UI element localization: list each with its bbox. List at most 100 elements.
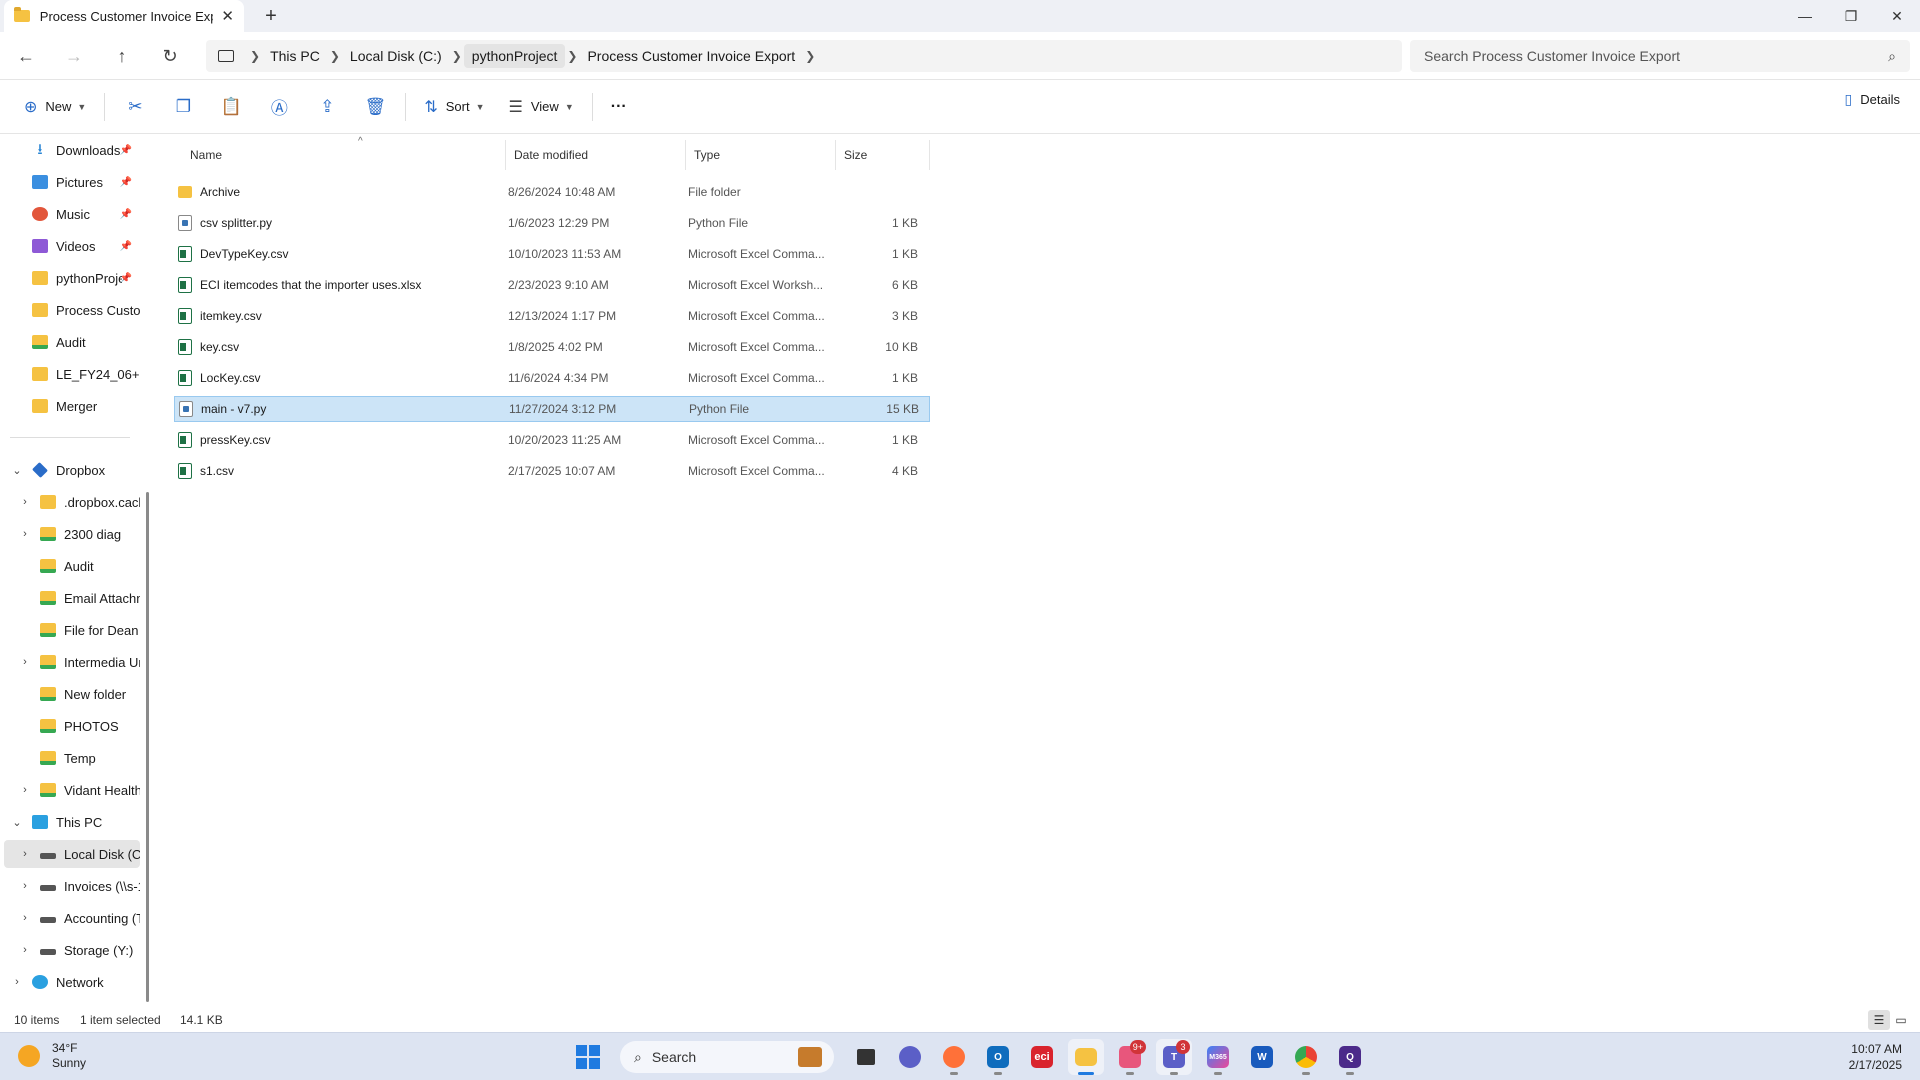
system-clock[interactable]: 10:07 AM 2/17/2025: [1849, 1041, 1902, 1073]
search-box[interactable]: ⌕: [1410, 40, 1910, 72]
sidebar-item-accounting-drive[interactable]: Accounting (T: [40, 904, 140, 932]
search-icon[interactable]: ⌕: [1888, 48, 1896, 65]
chevron-right-icon[interactable]: ›: [18, 656, 32, 668]
chevron-right-icon[interactable]: ❯: [803, 49, 817, 63]
sidebar-item-new-folder[interactable]: New folder: [40, 680, 140, 708]
meet-icon[interactable]: [892, 1039, 928, 1075]
more-options-button[interactable]: ···: [605, 91, 633, 123]
microsoft-365-icon[interactable]: M365: [1200, 1039, 1236, 1075]
sidebar-item-vidant-health[interactable]: Vidant Health: [40, 776, 140, 804]
sidebar-item-dropbox-cache[interactable]: .dropbox.cache: [40, 488, 140, 516]
chevron-right-icon[interactable]: ›: [18, 944, 32, 956]
weather-widget[interactable]: 34°F Sunny: [18, 1041, 86, 1071]
chevron-right-icon[interactable]: ❯: [248, 49, 262, 63]
breadcrumb-python-project[interactable]: pythonProject: [463, 44, 566, 68]
breadcrumb[interactable]: ❯ This PC ❯ Local Disk (C:) ❯ pythonProj…: [206, 40, 1402, 72]
chevron-right-icon[interactable]: ›: [18, 848, 32, 860]
sidebar-item-storage-drive[interactable]: Storage (Y:): [40, 936, 140, 964]
chevron-right-icon[interactable]: ›: [10, 976, 24, 988]
table-row[interactable]: LocKey.csv 11/6/2024 4:34 PM Microsoft E…: [174, 365, 930, 391]
new-tab-button[interactable]: +: [258, 4, 284, 28]
paste-icon[interactable]: 📋: [213, 91, 249, 123]
table-row[interactable]: s1.csv 2/17/2025 10:07 AM Microsoft Exce…: [174, 458, 930, 484]
share-icon[interactable]: ⇪: [309, 91, 345, 123]
windows-start-icon[interactable]: [570, 1039, 606, 1075]
cut-icon[interactable]: ✂: [117, 91, 153, 123]
chevron-right-icon[interactable]: ›: [18, 912, 32, 924]
table-row[interactable]: ECI itemcodes that the importer uses.xls…: [174, 272, 930, 298]
table-row[interactable]: csv splitter.py 1/6/2023 12:29 PM Python…: [174, 210, 930, 236]
sidebar-item-dropbox[interactable]: Dropbox: [32, 456, 140, 484]
table-row[interactable]: DevTypeKey.csv 10/10/2023 11:53 AM Micro…: [174, 241, 930, 267]
close-window-icon[interactable]: ✕: [1874, 0, 1920, 32]
sidebar-item-invoices-drive[interactable]: Invoices (\\s-1: [40, 872, 140, 900]
sidebar-item-intermedia[interactable]: Intermedia Unite: [40, 648, 140, 676]
view-button[interactable]: ☰ View ▼: [503, 91, 580, 123]
chrome-icon[interactable]: [1288, 1039, 1324, 1075]
close-tab-icon[interactable]: ✕: [221, 7, 234, 25]
sidebar-item-file-for-dean[interactable]: File for Dean: [40, 616, 140, 644]
snipping-tool-icon[interactable]: 9+: [1112, 1039, 1148, 1075]
column-header-name[interactable]: Name ^: [182, 136, 506, 170]
taskbar-search[interactable]: ⌕ Search: [620, 1041, 834, 1073]
restore-icon[interactable]: ❐: [1828, 0, 1874, 32]
pin-icon[interactable]: 📌: [120, 209, 132, 220]
table-row[interactable]: pressKey.csv 10/20/2023 11:25 AM Microso…: [174, 427, 930, 453]
column-header-size[interactable]: Size: [836, 140, 930, 170]
sidebar-item-le-fy24[interactable]: LE_FY24_06+06: [32, 360, 140, 388]
eci-app-icon[interactable]: eci: [1024, 1039, 1060, 1075]
computer-icon[interactable]: [218, 50, 234, 62]
table-row[interactable]: Archive 8/26/2024 10:48 AM File folder: [174, 179, 930, 205]
sidebar-item-process-customer-invoice-export[interactable]: Process Customer Invoice Export: [32, 296, 140, 324]
rename-icon[interactable]: Ⓐ: [261, 91, 297, 123]
table-row[interactable]: key.csv 1/8/2025 4:02 PM Microsoft Excel…: [174, 334, 930, 360]
chevron-right-icon[interactable]: ›: [18, 880, 32, 892]
table-row-selected[interactable]: main - v7.py 11/27/2024 3:12 PM Python F…: [174, 396, 930, 422]
sidebar-item-this-pc[interactable]: This PC: [32, 808, 140, 836]
sidebar-item-photos[interactable]: PHOTOS: [40, 712, 140, 740]
sidebar-item-dropbox-audit[interactable]: Audit: [40, 552, 140, 580]
app-icon[interactable]: Q: [1332, 1039, 1368, 1075]
outlook-icon[interactable]: O: [980, 1039, 1016, 1075]
sidebar-item-music[interactable]: Music 📌: [32, 200, 140, 228]
sidebar-item-merger[interactable]: Merger: [32, 392, 140, 420]
sidebar-item-pictures[interactable]: Pictures 📌: [32, 168, 140, 196]
tiles-view-icon[interactable]: ▭: [1890, 1010, 1912, 1030]
chevron-right-icon[interactable]: ›: [18, 496, 32, 508]
up-button[interactable]: ↑: [110, 44, 134, 68]
chevron-right-icon[interactable]: ❯: [328, 49, 342, 63]
copy-icon[interactable]: ❐: [165, 91, 201, 123]
chevron-right-icon[interactable]: ›: [18, 528, 32, 540]
breadcrumb-local-disk[interactable]: Local Disk (C:): [342, 44, 450, 68]
sidebar-item-videos[interactable]: Videos 📌: [32, 232, 140, 260]
file-explorer-icon[interactable]: [1068, 1039, 1104, 1075]
pin-icon[interactable]: 📌: [120, 241, 132, 252]
sidebar-item-2300-diag[interactable]: 2300 diag: [40, 520, 140, 548]
delete-icon[interactable]: 🗑: [357, 91, 393, 123]
back-button[interactable]: ←: [14, 44, 38, 68]
chevron-down-icon[interactable]: ⌄: [10, 464, 24, 477]
chevron-right-icon[interactable]: ›: [18, 784, 32, 796]
column-header-type[interactable]: Type: [686, 140, 836, 170]
sidebar-item-email-attachments[interactable]: Email Attachments: [40, 584, 140, 612]
chevron-right-icon[interactable]: ❯: [450, 49, 464, 63]
new-button[interactable]: ⊕ New ▼: [18, 91, 92, 123]
refresh-button[interactable]: ↻: [158, 44, 182, 68]
sidebar-item-temp[interactable]: Temp: [40, 744, 140, 772]
task-view-icon[interactable]: [848, 1039, 884, 1075]
teams-icon[interactable]: T3: [1156, 1039, 1192, 1075]
table-row[interactable]: itemkey.csv 12/13/2024 1:17 PM Microsoft…: [174, 303, 930, 329]
sidebar-item-python-project[interactable]: pythonProject 📌: [32, 264, 140, 292]
sidebar-item-network[interactable]: Network: [32, 968, 140, 996]
forward-button[interactable]: →: [62, 44, 86, 68]
pin-icon[interactable]: 📌: [120, 273, 132, 284]
chevron-right-icon[interactable]: ❯: [565, 49, 579, 63]
details-view-icon[interactable]: ☰: [1868, 1010, 1890, 1030]
minimize-icon[interactable]: —: [1782, 0, 1828, 32]
breadcrumb-process-customer-invoice-export[interactable]: Process Customer Invoice Export: [579, 44, 803, 68]
search-input[interactable]: [1424, 48, 1889, 64]
pin-icon[interactable]: 📌: [120, 177, 132, 188]
column-header-date[interactable]: Date modified: [506, 140, 686, 170]
firefox-icon[interactable]: [936, 1039, 972, 1075]
sidebar-item-audit[interactable]: Audit: [32, 328, 140, 356]
